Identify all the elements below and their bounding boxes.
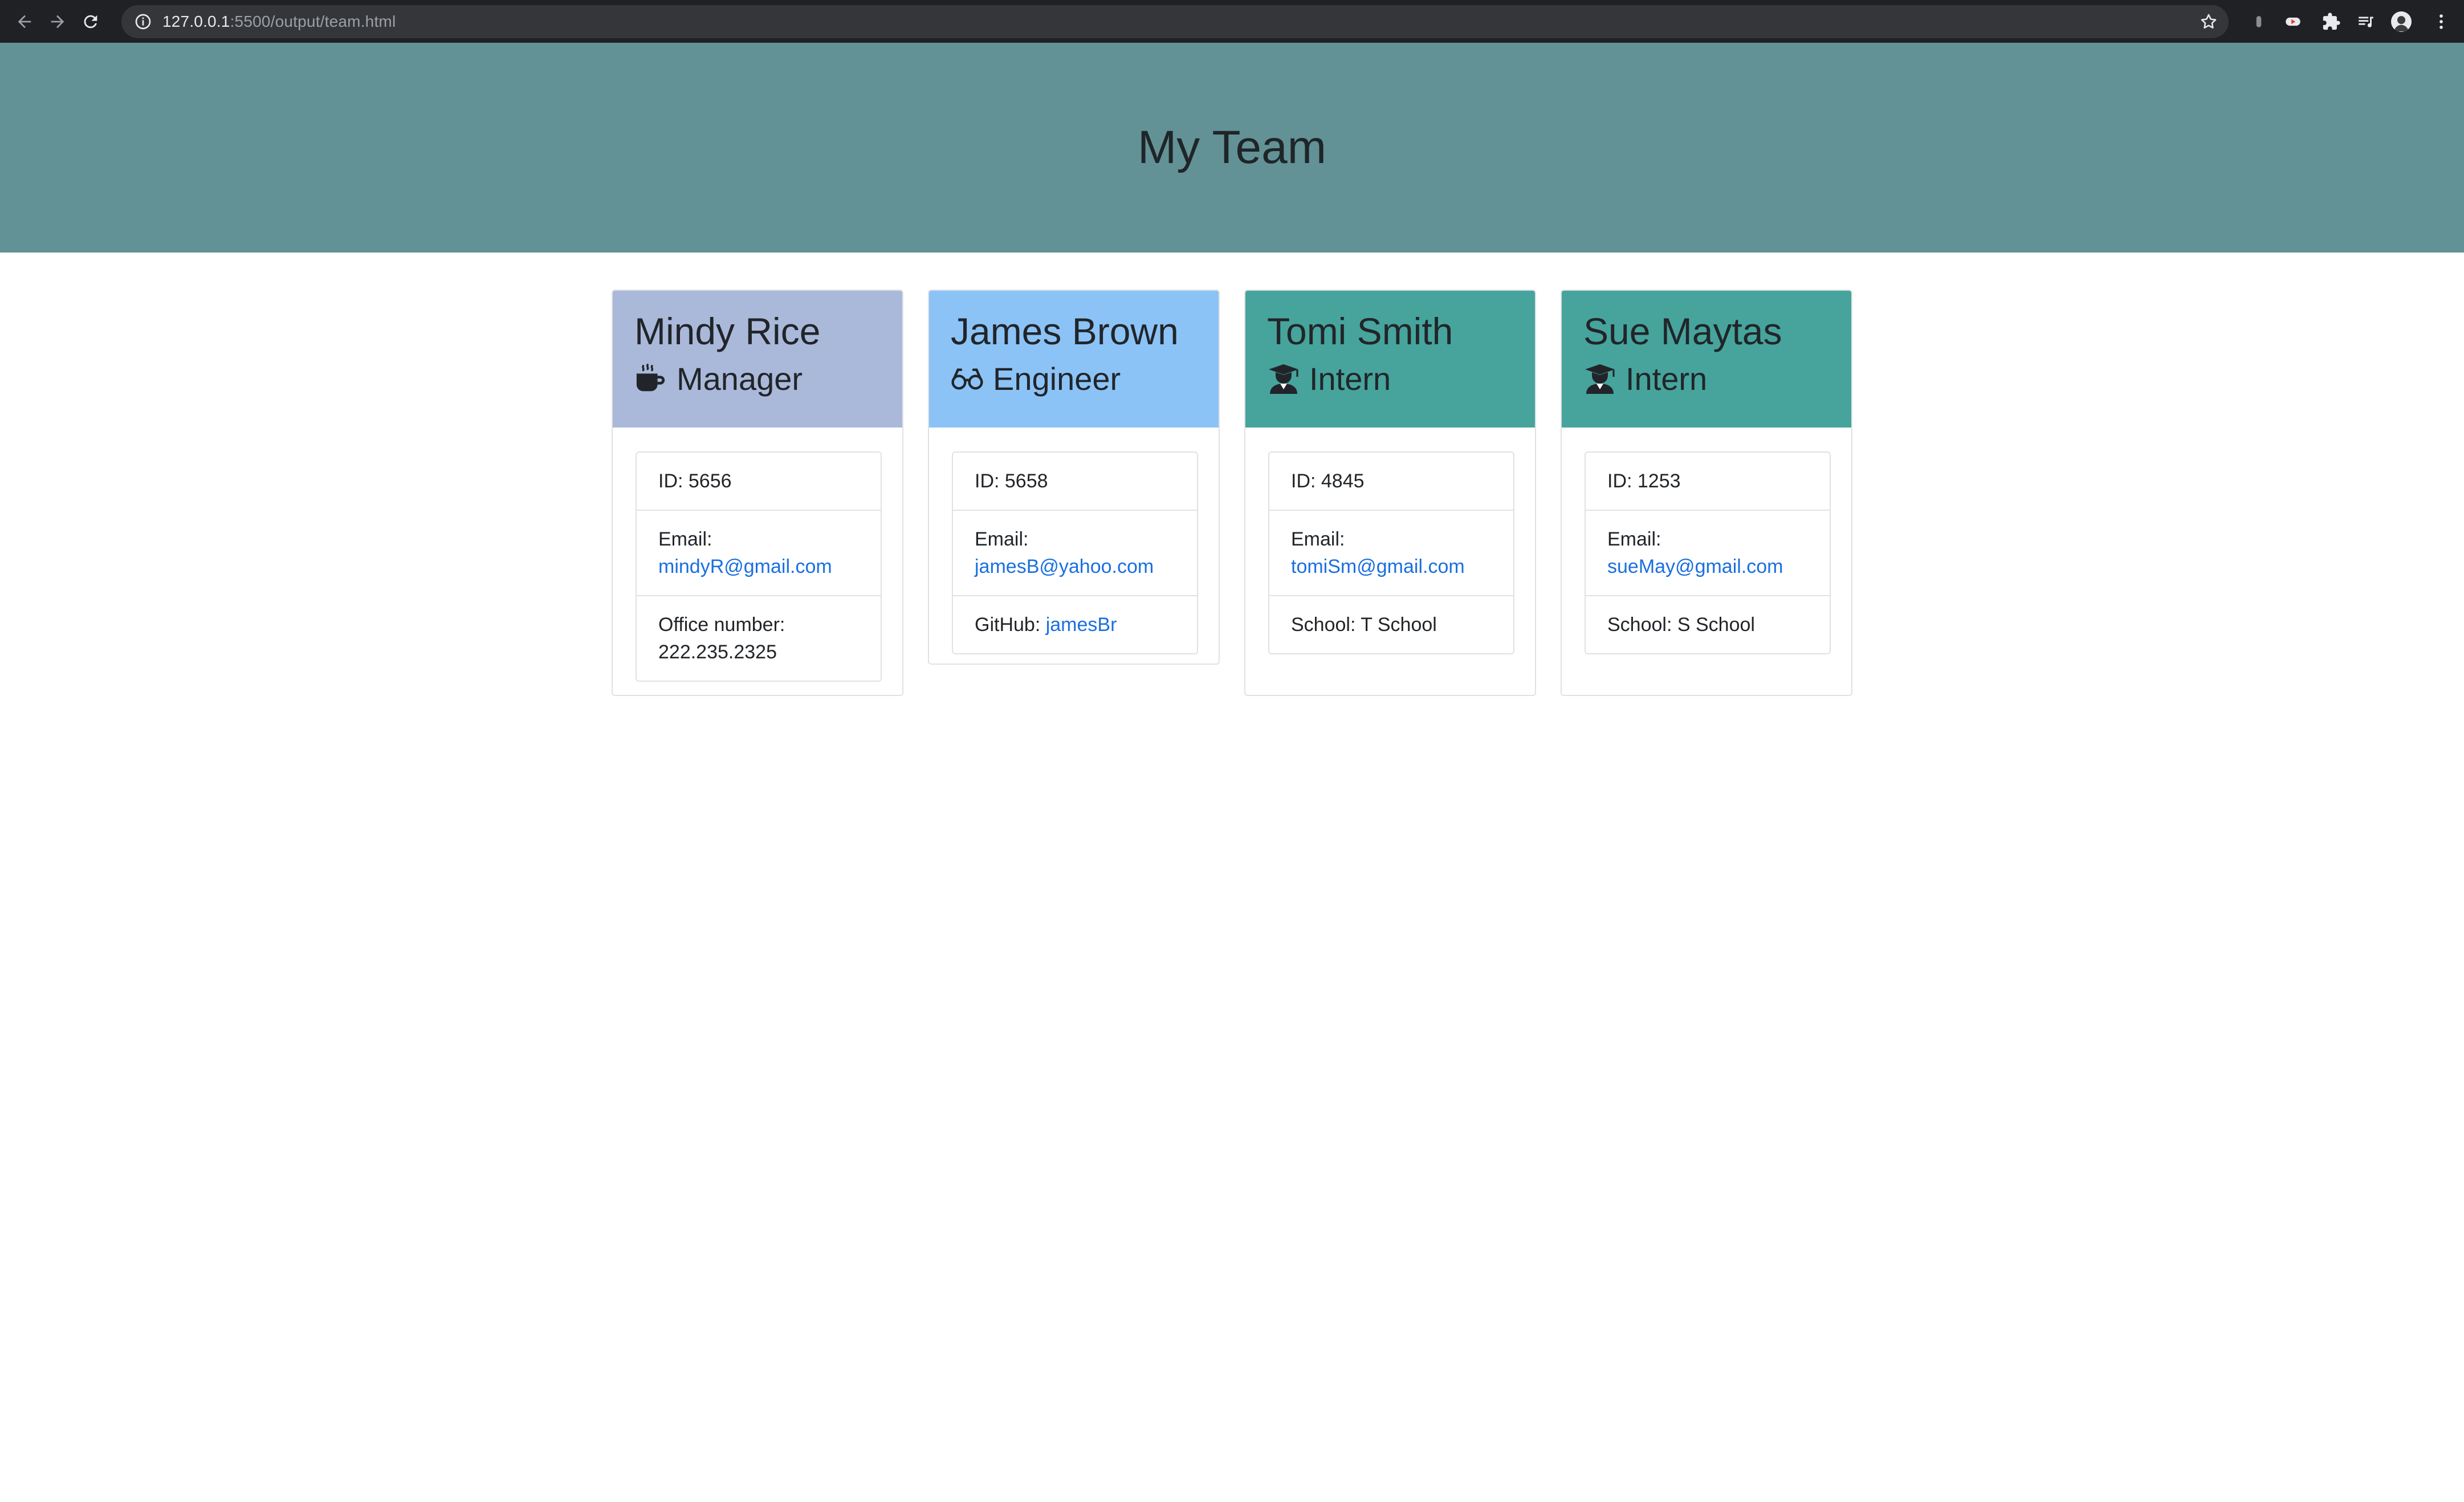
school-value: T School	[1361, 614, 1437, 636]
browser-toolbar: 127.0.0.1:5500/output/team.html	[0, 0, 2464, 43]
school-label: School:	[1607, 614, 1672, 636]
github-link[interactable]: jamesBr	[1046, 614, 1117, 636]
forward-arrow-icon[interactable]	[43, 7, 72, 36]
email-label: Email:	[1607, 528, 1661, 550]
role-label: Intern	[1626, 361, 1708, 397]
office-number-label: Office number:	[658, 614, 785, 636]
card-header: James Brown Engineer	[929, 291, 1219, 428]
info-list: ID: 4845 Email: tomiSm@gmail.com School:…	[1268, 451, 1514, 654]
email-label: Email:	[658, 528, 712, 550]
employee-name: Mindy Rice	[634, 310, 821, 352]
email-link[interactable]: sueMay@gmail.com	[1607, 556, 1783, 577]
id-item: ID: 5658	[975, 470, 1048, 492]
email-item: Email: mindyR@gmail.com	[637, 510, 881, 595]
coffee-mug-icon	[634, 363, 669, 395]
graduate-icon	[1267, 363, 1301, 395]
url-host: 127.0.0.1	[162, 13, 230, 30]
employee-role: Manager	[634, 359, 881, 399]
employee-role: Engineer	[951, 359, 1197, 399]
school-label: School:	[1291, 614, 1356, 636]
address-bar[interactable]: 127.0.0.1:5500/output/team.html	[121, 5, 2229, 38]
extensions-puzzle-icon[interactable]	[2321, 11, 2341, 32]
avatar[interactable]	[2391, 11, 2412, 32]
employee-card: James Brown Engineer ID: 5658 Email: jam…	[928, 290, 1220, 665]
info-list: ID: 1253 Email: sueMay@gmail.com School:…	[1585, 451, 1831, 654]
card-header: Tomi Smith Intern	[1245, 291, 1535, 428]
menu-kebab-icon[interactable]	[2431, 11, 2451, 32]
employee-card: Tomi Smith Intern ID: 4845 Email: tomiSm…	[1244, 290, 1536, 696]
role-label: Manager	[677, 361, 803, 397]
id-item: ID: 4845	[1291, 470, 1365, 492]
email-label: Email:	[975, 528, 1029, 550]
glasses-icon	[951, 363, 985, 395]
id-item: ID: 5656	[658, 470, 732, 492]
email-label: Email:	[1291, 528, 1345, 550]
graduate-icon	[1583, 363, 1618, 395]
page-header: My Team	[0, 43, 2464, 253]
info-list: ID: 5658 Email: jamesB@yahoo.com GitHub:…	[952, 451, 1198, 654]
school-value: S School	[1677, 614, 1755, 636]
employee-role: Intern	[1267, 359, 1513, 399]
github-label: GitHub:	[975, 614, 1041, 636]
email-item: Email: jamesB@yahoo.com	[953, 510, 1197, 595]
employee-name: Sue Maytas	[1583, 310, 1782, 352]
extension-icon[interactable]	[2249, 11, 2269, 32]
bookmark-star-icon[interactable]	[2199, 12, 2218, 31]
card-header: Sue Maytas Intern	[1562, 291, 1851, 428]
role-label: Intern	[1309, 361, 1391, 397]
card-header: Mindy Rice Manager	[613, 291, 902, 428]
email-item: Email: tomiSm@gmail.com	[1269, 510, 1513, 595]
record-extension-icon[interactable]	[2283, 11, 2303, 32]
school-item: School: S School	[1586, 595, 1830, 653]
role-label: Engineer	[993, 361, 1121, 397]
github-item: GitHub: jamesBr	[953, 595, 1197, 653]
url-text: 127.0.0.1:5500/output/team.html	[162, 13, 396, 31]
reload-icon[interactable]	[76, 7, 105, 36]
page-title: My Team	[1137, 121, 1327, 173]
email-item: Email: sueMay@gmail.com	[1586, 510, 1830, 595]
employee-card: Mindy Rice Manager ID: 5656 Email: mindy…	[612, 290, 903, 696]
url-path: :5500/output/team.html	[230, 13, 396, 30]
employee-name: James Brown	[951, 310, 1179, 352]
office-number-value: 222.235.2325	[658, 641, 777, 663]
employee-card: Sue Maytas Intern ID: 1253 Email: sueMay…	[1561, 290, 1852, 696]
back-arrow-icon[interactable]	[10, 7, 39, 36]
email-link[interactable]: jamesB@yahoo.com	[975, 556, 1154, 577]
email-link[interactable]: mindyR@gmail.com	[658, 556, 832, 577]
media-queue-icon[interactable]	[2356, 11, 2376, 32]
info-list: ID: 5656 Email: mindyR@gmail.com Office …	[636, 451, 882, 682]
employee-role: Intern	[1583, 359, 1830, 399]
employee-name: Tomi Smith	[1267, 310, 1453, 352]
office-number-item: Office number: 222.235.2325	[637, 595, 881, 681]
id-item: ID: 1253	[1607, 470, 1681, 492]
info-icon[interactable]	[134, 13, 152, 31]
school-item: School: T School	[1269, 595, 1513, 653]
email-link[interactable]: tomiSm@gmail.com	[1291, 556, 1465, 577]
